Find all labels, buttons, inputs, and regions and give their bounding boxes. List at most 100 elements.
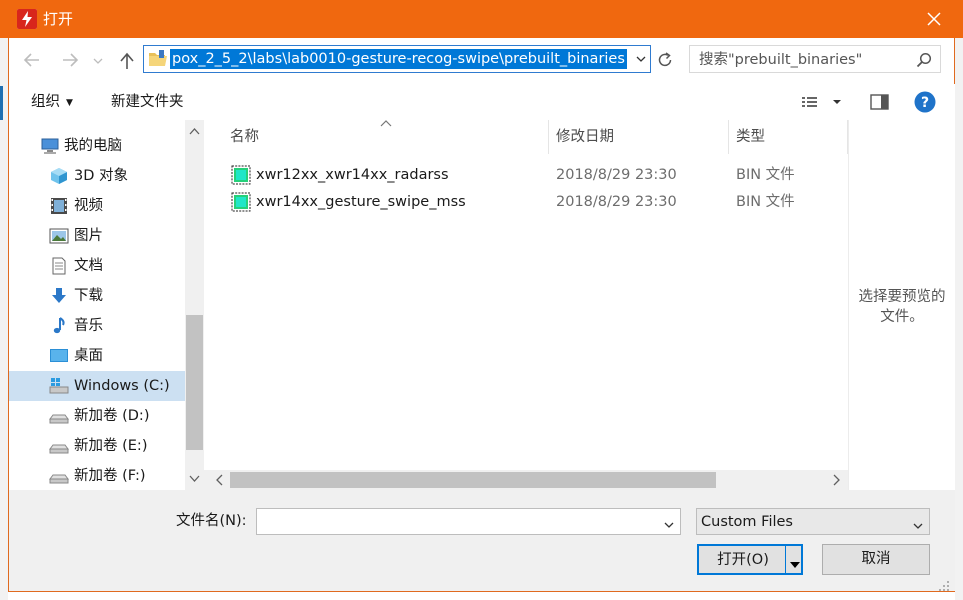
sidebar-item-label: 文档 — [74, 258, 103, 274]
file-list-header: 名称 修改日期 类型 — [204, 120, 848, 154]
sidebar-item-label: 新加卷 (E:) — [74, 438, 148, 454]
navigation-pane: 我的电脑 3D 对象 视频 图片 文档 下载 音乐 桌面 Windows (C:… — [9, 120, 185, 490]
file-type: BIN 文件 — [736, 167, 795, 183]
back-button[interactable] — [19, 46, 45, 74]
file-name: xwr14xx_gesture_swipe_mss — [256, 194, 466, 210]
recent-locations-button[interactable] — [93, 53, 107, 67]
organize-menu-button[interactable]: 组织 ▼ — [31, 92, 73, 112]
drive-icon — [49, 467, 69, 485]
column-header-name[interactable]: 名称 — [230, 120, 259, 154]
close-button[interactable] — [903, 0, 963, 38]
column-header-date[interactable]: 修改日期 — [556, 120, 614, 154]
title-bar — [0, 0, 963, 38]
computer-icon — [40, 137, 60, 155]
sidebar-item-videos[interactable]: 视频 — [9, 191, 185, 221]
address-path[interactable]: pox_2_5_2\labs\lab0010-gesture-recog-swi… — [170, 49, 627, 69]
search-box[interactable]: 搜索"prebuilt_binaries" — [689, 45, 941, 73]
bin-file-icon — [231, 192, 251, 216]
sidebar-item-label: 图片 — [74, 228, 103, 244]
navigation-scrollbar-thumb[interactable] — [186, 315, 203, 450]
column-divider[interactable] — [728, 120, 729, 154]
file-type: BIN 文件 — [736, 194, 795, 210]
cancel-button[interactable]: 取消 — [822, 544, 930, 575]
sidebar-item-label: 我的电脑 — [64, 138, 122, 154]
organize-label: 组织 — [31, 94, 60, 110]
open-button[interactable]: 打开(O) — [697, 544, 803, 575]
chevron-down-icon — [93, 58, 103, 64]
file-type-select[interactable]: Custom Files — [696, 508, 930, 535]
3d-objects-icon — [49, 167, 69, 185]
help-icon: ? — [914, 91, 936, 113]
sidebar-item-downloads[interactable]: 下载 — [9, 281, 185, 311]
sort-ascending-icon — [380, 116, 392, 132]
file-date: 2018/8/29 23:30 — [556, 167, 677, 183]
file-row[interactable]: xwr12xx_xwr14xx_radarss 2018/8/29 23:30 … — [204, 162, 848, 188]
address-bar[interactable]: pox_2_5_2\labs\lab0010-gesture-recog-swi… — [143, 45, 651, 73]
sidebar-item-label: 桌面 — [74, 348, 103, 364]
chevron-down-icon — [636, 56, 646, 62]
new-folder-button[interactable]: 新建文件夹 — [111, 92, 184, 112]
refresh-button[interactable] — [653, 45, 677, 73]
open-button-label[interactable]: 打开(O) — [699, 551, 787, 569]
search-input[interactable]: 搜索"prebuilt_binaries" — [699, 50, 862, 70]
up-button[interactable] — [114, 46, 140, 74]
sidebar-item-label: 视频 — [74, 198, 103, 214]
file-name: xwr12xx_xwr14xx_radarss — [256, 167, 449, 183]
preview-pane-icon — [870, 94, 889, 110]
sidebar-item-label: Windows (C:) — [74, 378, 170, 394]
sidebar-item-label: 下载 — [74, 288, 103, 304]
dialog-footer — [9, 490, 955, 591]
address-dropdown[interactable] — [632, 46, 650, 72]
caret-down-icon: ▼ — [66, 98, 73, 108]
back-arrow-icon — [23, 53, 39, 67]
close-icon — [927, 12, 941, 26]
background-window-accent — [0, 86, 3, 120]
filename-input[interactable] — [256, 508, 681, 535]
forward-button[interactable] — [57, 46, 83, 74]
background-window-edge-right — [955, 38, 963, 600]
download-icon — [49, 287, 69, 305]
sidebar-item-my-computer[interactable]: 我的电脑 — [9, 131, 185, 161]
change-view-button[interactable] — [800, 90, 848, 114]
music-icon — [49, 317, 69, 335]
file-row[interactable]: xwr14xx_gesture_swipe_mss 2018/8/29 23:3… — [204, 189, 848, 215]
column-header-type[interactable]: 类型 — [736, 120, 765, 154]
windows-drive-icon — [49, 377, 69, 395]
view-list-icon — [802, 97, 841, 107]
refresh-icon — [658, 52, 672, 67]
open-options-dropdown[interactable] — [789, 557, 801, 573]
forward-arrow-icon — [63, 53, 79, 67]
filename-label: 文件名(N): — [176, 513, 247, 529]
documents-icon — [49, 257, 69, 275]
sidebar-item-drive-f[interactable]: 新加卷 (F:) — [9, 461, 185, 490]
file-list-hscrollbar-thumb[interactable] — [230, 472, 716, 488]
chevron-down-icon — [913, 518, 923, 534]
sidebar-item-label: 新加卷 (D:) — [74, 408, 150, 424]
sidebar-item-windows-c[interactable]: Windows (C:) — [9, 371, 185, 401]
help-button[interactable]: ? — [913, 90, 937, 114]
resize-grip-icon[interactable] — [936, 578, 950, 596]
split-divider — [785, 546, 786, 573]
sidebar-item-pictures[interactable]: 图片 — [9, 221, 185, 251]
sidebar-item-drive-d[interactable]: 新加卷 (D:) — [9, 401, 185, 431]
sidebar-item-drive-e[interactable]: 新加卷 (E:) — [9, 431, 185, 461]
column-divider[interactable] — [548, 120, 549, 154]
sidebar-item-desktop[interactable]: 桌面 — [9, 341, 185, 371]
drive-icon — [49, 437, 69, 455]
sidebar-item-documents[interactable]: 文档 — [9, 251, 185, 281]
folder-icon — [148, 50, 168, 68]
drive-icon — [49, 407, 69, 425]
preview-pane-button[interactable] — [867, 90, 893, 114]
file-date: 2018/8/29 23:30 — [556, 194, 677, 210]
bin-file-icon — [231, 165, 251, 189]
sidebar-item-music[interactable]: 音乐 — [9, 311, 185, 341]
svg-text:?: ? — [921, 95, 929, 111]
chevron-down-icon[interactable] — [664, 517, 674, 533]
command-bar: 组织 ▼ 新建文件夹 ? — [9, 84, 955, 120]
sidebar-item-label: 新加卷 (F:) — [74, 468, 146, 484]
file-type-value: Custom Files — [701, 514, 793, 530]
sidebar-item-3d-objects[interactable]: 3D 对象 — [9, 161, 185, 191]
sidebar-item-label: 3D 对象 — [74, 168, 128, 184]
search-icon[interactable] — [916, 52, 932, 72]
preview-placeholder-text: 选择要预览的文件。 — [858, 289, 946, 325]
